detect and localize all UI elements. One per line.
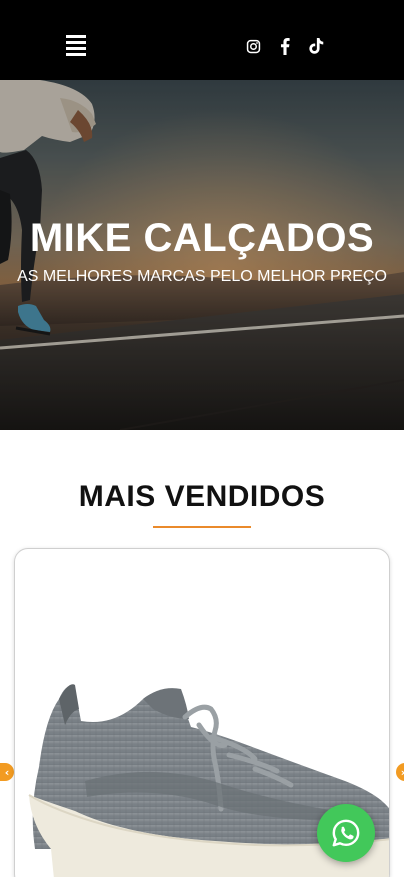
whatsapp-floating-button[interactable] xyxy=(317,804,375,862)
hero-title: MIKE CALÇADOS xyxy=(29,216,375,260)
carousel-prev-button[interactable]: ‹ xyxy=(0,763,14,781)
tiktok-icon[interactable] xyxy=(307,37,325,55)
whatsapp-icon xyxy=(332,819,360,847)
top-navbar xyxy=(0,0,404,80)
instagram-icon[interactable] xyxy=(244,37,262,55)
facebook-icon[interactable] xyxy=(276,37,294,55)
carousel-next-button[interactable]: › xyxy=(396,763,404,781)
title-underline xyxy=(153,526,251,528)
hero-banner: MIKE CALÇADOS AS MELHORES MARCAS PELO ME… xyxy=(0,80,404,430)
hamburger-menu-button[interactable] xyxy=(66,35,86,57)
chevron-left-icon: ‹ xyxy=(4,765,10,779)
hero-subtitle: AS MELHORES MARCAS PELO MELHOR PREÇO xyxy=(17,268,387,285)
section-title-best-sellers: MAIS VENDIDOS xyxy=(78,480,326,513)
